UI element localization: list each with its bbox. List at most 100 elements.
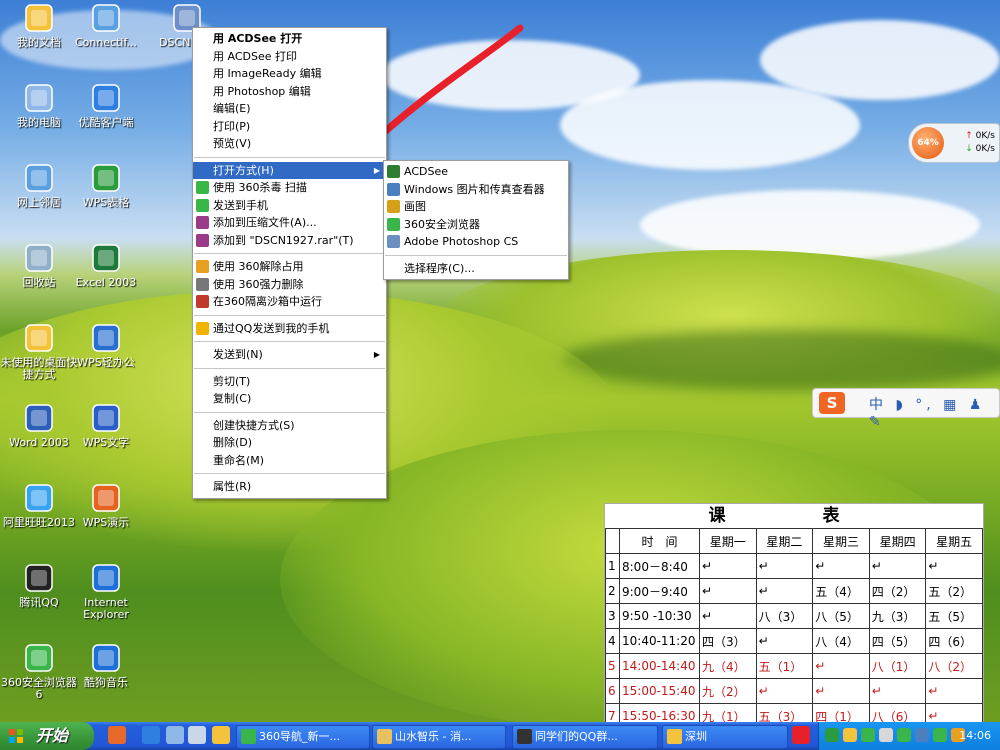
context-menu-item-label: 添加到压缩文件(A)... (213, 216, 317, 229)
start-button[interactable]: 开始 (0, 722, 94, 750)
taskbar-app-icon (517, 729, 532, 744)
menu-separator (194, 156, 385, 158)
context-menu-item[interactable]: 打印(P) (193, 118, 386, 136)
open-with-item[interactable]: 选择程序(C)... (384, 260, 568, 278)
timetable-row: 1 8:00－8:40 ↵ ↵ ↵ ↵ ↵ (605, 553, 983, 579)
desktop-icon-label: 优酷客户端 (78, 116, 134, 129)
taskbar-button[interactable]: 同学们的QQ群... (512, 725, 658, 749)
desktop-icon-wps-writer[interactable]: WPS文字 (67, 402, 145, 449)
context-menu-item[interactable]: 重命名(M) (193, 452, 386, 470)
sogou-logo-icon[interactable]: S (819, 392, 845, 414)
class-cell: ↵ (925, 678, 983, 704)
desktop-icon-wps-presentation[interactable]: WPS演示 (67, 482, 145, 529)
period-time: 15:00-15:40 (619, 678, 700, 704)
tray-shield-icon[interactable] (843, 728, 857, 742)
context-menu-item-label: 打印(P) (213, 119, 251, 133)
desktop-icon-ie[interactable]: Internet Explorer (67, 562, 145, 621)
desktop-icon-kugou[interactable]: 酷狗音乐 (67, 642, 145, 689)
context-menu-item[interactable]: 使用 360解除占用 (193, 258, 386, 276)
open-with-item[interactable]: ACDSee (384, 163, 568, 181)
context-menu-item[interactable]: 用 ACDSee 打印 (193, 48, 386, 66)
open-with-item[interactable]: Windows 图片和传真查看器 (384, 181, 568, 199)
context-menu-item-label: 用 ImageReady 编辑 (213, 67, 322, 80)
class-cell: ↵ (699, 603, 757, 629)
memory-usage-ball[interactable]: 64% (912, 127, 944, 159)
quicklaunch-folder-icon[interactable] (212, 726, 230, 744)
period-time: 14:00-14:40 (619, 653, 700, 679)
desktop-icon-label: WPS文字 (82, 436, 130, 449)
timetable-header: 星期五 (925, 528, 983, 554)
open-with-item[interactable]: 360安全浏览器 (384, 216, 568, 234)
taskbar-button[interactable]: 360导航_新一... (236, 725, 370, 749)
class-cell: 九（4） (699, 653, 757, 679)
timetable-header: 星期三 (812, 528, 870, 554)
context-menu-item[interactable]: 创建快捷方式(S) (193, 417, 386, 435)
context-menu-item[interactable]: 用 ACDSee 打开 (193, 30, 386, 48)
quicklaunch-ie-icon[interactable] (142, 726, 160, 744)
desktop-icon-label: Internet Explorer (83, 596, 129, 621)
file-context-menu: 用 ACDSee 打开用 ACDSee 打印用 ImageReady 编辑用 P… (192, 27, 387, 499)
context-menu-item[interactable]: 打开方式(H) ▶ (193, 161, 386, 179)
tray-network-icon[interactable] (879, 728, 893, 742)
context-menu-item[interactable]: 用 Photoshop 编辑 (193, 83, 386, 101)
kugou-icon (90, 642, 122, 674)
context-menu-item[interactable]: 属性(R) (193, 478, 386, 496)
context-menu-item[interactable]: 编辑(E) (193, 100, 386, 118)
360-browser-icon (23, 642, 55, 674)
desktop-icon-network-connection[interactable]: Connectif... (67, 2, 145, 49)
open-with-item-label: Windows 图片和传真查看器 (404, 182, 545, 196)
quicklaunch-explorer-icon[interactable] (188, 726, 206, 744)
context-menu-item[interactable]: 使用 360强力删除 (193, 276, 386, 294)
taskbar-button[interactable]: 山水智乐 - 消... (372, 725, 506, 749)
wps-spreadsheet-icon (90, 162, 122, 194)
quicklaunch-show-desktop-icon[interactable] (166, 726, 184, 744)
wps-writer-icon (90, 402, 122, 434)
desktop-icon-label: 酷狗音乐 (84, 676, 128, 689)
class-cell: ↵ (755, 553, 814, 579)
open-with-item[interactable]: Adobe Photoshop CS (384, 233, 568, 251)
context-menu-item[interactable]: 添加到 "DSCN1927.rar"(T) (193, 232, 386, 250)
context-menu-item[interactable]: 发送到(N) ▶ (193, 346, 386, 364)
desktop-icon-label: Excel 2003 (75, 276, 137, 289)
context-menu-item[interactable]: 复制(C) (193, 390, 386, 408)
context-menu-item[interactable]: 预览(V) (193, 135, 386, 153)
desktop-icon-excel[interactable]: Excel 2003 (67, 242, 145, 289)
class-cell: ↵ (755, 578, 814, 604)
taskbar-clock[interactable]: 14:06 (959, 722, 991, 750)
tray-security-icon[interactable] (861, 728, 875, 742)
context-menu-item[interactable]: 通过QQ发送到我的手机 (193, 320, 386, 338)
context-menu-item[interactable]: 在360隔离沙箱中运行 (193, 293, 386, 311)
context-menu-item[interactable]: 发送到手机 (193, 197, 386, 215)
tray-update-icon[interactable] (897, 728, 911, 742)
network-speed-widget[interactable]: 64% ↑ 0K/s ↓ 0K/s (908, 123, 1000, 163)
sogou-ime-toolbar[interactable]: S 中 ◗ °, ▦ ♟ ✎ (812, 388, 1000, 430)
tray-qq-icon[interactable] (933, 728, 947, 742)
context-menu-item[interactable]: 添加到压缩文件(A)... (193, 214, 386, 232)
context-menu-item[interactable]: 用 ImageReady 编辑 (193, 65, 386, 83)
class-cell: 八（2） (925, 653, 983, 679)
context-menu-item-label: 剪切(T) (213, 374, 251, 388)
context-menu-item-label: 删除(D) (213, 436, 253, 449)
class-cell: 五（4） (812, 578, 870, 604)
class-cell: ↵ (868, 553, 927, 579)
quicklaunch-360-icon[interactable] (108, 726, 126, 744)
context-menu-item[interactable]: 剪切(T) (193, 373, 386, 391)
period-time: 9:50 -10:30 (619, 603, 700, 629)
sandbox-icon (196, 295, 209, 308)
desktop-icon-wps-spreadsheet[interactable]: WPS表格 (67, 162, 145, 209)
context-menu-item[interactable]: 删除(D) (193, 434, 386, 452)
sogou-taskbar-icon[interactable] (792, 726, 810, 744)
desktop-icon-youku[interactable]: 优酷客户端 (67, 82, 145, 129)
desktop: 我的文档 Connectif... DSCN19... 我的电脑 优酷客户端 网上邻居 WP… (0, 0, 1000, 722)
taskbar-button[interactable]: 深圳 (662, 725, 788, 749)
class-cell: 四（5） (868, 628, 927, 654)
tray-volume-icon[interactable] (915, 728, 929, 742)
ime-tools[interactable]: 中 ◗ °, ▦ ♟ ✎ (869, 394, 999, 430)
open-with-item-label: 选择程序(C)... (404, 261, 475, 275)
tray-360-icon[interactable] (825, 728, 839, 742)
desktop-icon-label: WPS演示 (82, 516, 130, 529)
period-number: 7 (605, 703, 620, 722)
desktop-icon-wps-office[interactable]: WPS轻办公 (67, 322, 145, 369)
context-menu-item[interactable]: 使用 360杀毒 扫描 (193, 179, 386, 197)
open-with-item[interactable]: 画图 (384, 198, 568, 216)
